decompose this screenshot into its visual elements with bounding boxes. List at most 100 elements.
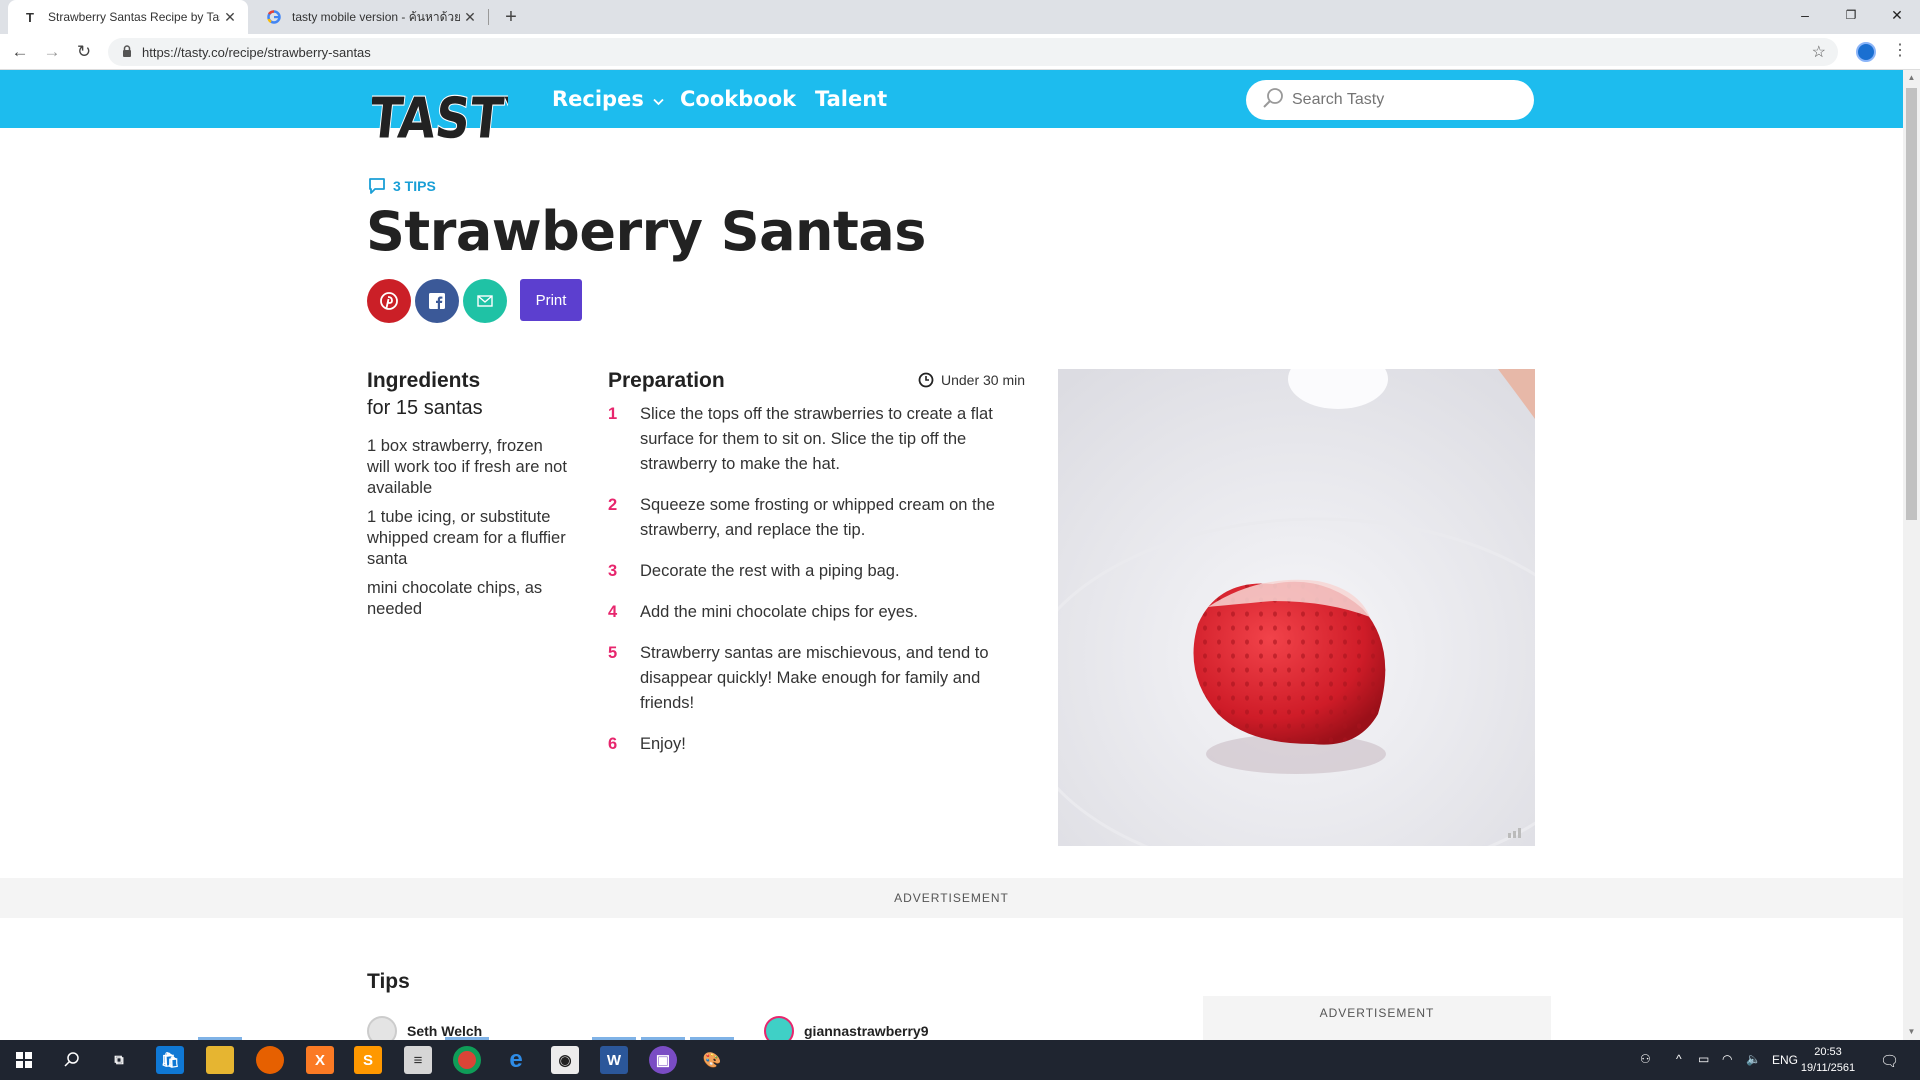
scroll-down-arrow-icon[interactable]: ▼	[1903, 1024, 1920, 1040]
page-scrollbar[interactable]: ▲ ▼	[1903, 70, 1920, 1040]
word-icon[interactable]: W	[600, 1046, 628, 1074]
step-item: 4 Add the mini chocolate chips for eyes.	[608, 600, 1028, 625]
tab-google-search[interactable]: tasty mobile version - ค้นหาด้วย G ✕	[252, 0, 488, 34]
preparation-steps: 1 Slice the tops off the strawberries to …	[608, 402, 1028, 773]
step-item: 3 Decorate the rest with a piping bag.	[608, 559, 1028, 584]
back-button[interactable]: ←	[8, 40, 32, 64]
nav-cookbook[interactable]: Cookbook	[680, 87, 796, 111]
taskbar-clock[interactable]: 20:53 19/11/2561	[1798, 1044, 1858, 1076]
tasty-favicon-icon: T	[26, 9, 34, 25]
pinterest-icon	[380, 292, 398, 310]
email-share-button[interactable]	[463, 279, 507, 323]
speech-bubble-icon	[369, 178, 385, 194]
tasty-logo[interactable]: TASTY	[372, 79, 508, 149]
bookmark-star-icon[interactable]: ☆	[1812, 42, 1826, 62]
print-button[interactable]: Print	[520, 279, 582, 321]
site-header: TASTY Recipes Cookbook Talent	[0, 70, 1903, 149]
search-box[interactable]	[1246, 80, 1534, 120]
sidebar-advertisement: ADVERTISEMENT	[1203, 996, 1551, 1040]
people-icon[interactable]: ⚇	[1640, 1052, 1651, 1066]
advertisement-banner: ADVERTISEMENT	[0, 878, 1903, 918]
step-number: 4	[608, 603, 618, 621]
restore-button[interactable]: ❐	[1828, 0, 1874, 30]
tab-strawberry-santas[interactable]: T Strawberry Santas Recipe by Tast ✕	[8, 0, 248, 34]
active-indicator	[690, 1037, 734, 1040]
reload-button[interactable]: ↻	[72, 40, 96, 64]
camera-icon[interactable]: ◉	[551, 1046, 579, 1074]
tab-title: tasty mobile version - ค้นหาด้วย G	[292, 9, 460, 24]
close-window-button[interactable]: ✕	[1874, 0, 1920, 30]
media-app-icon[interactable]: ▣	[649, 1046, 677, 1074]
search-icon[interactable]	[58, 1046, 86, 1074]
url-text: https://tasty.co/recipe/strawberry-santa…	[142, 44, 371, 60]
active-indicator	[198, 1037, 242, 1040]
forward-button[interactable]: →	[40, 40, 64, 64]
windows-taskbar: ⧉ 🛍 X S ≡ e ◉ W ▣ 🎨	[0, 1040, 1920, 1080]
edge-icon[interactable]: e	[502, 1046, 530, 1074]
tips-count-label: 3 TIPS	[393, 178, 436, 194]
step-item: 2 Squeeze some frosting or whipped cream …	[608, 493, 1028, 543]
nav-talent[interactable]: Talent	[815, 87, 887, 111]
volume-icon[interactable]: 🔈	[1746, 1052, 1761, 1066]
notepad-icon[interactable]: ≡	[404, 1046, 432, 1074]
browser-menu-icon[interactable]: ⋮	[1892, 40, 1908, 60]
xampp-icon[interactable]: X	[306, 1046, 334, 1074]
step-text: Add the mini chocolate chips for eyes.	[640, 603, 918, 621]
clock-time: 20:53	[1814, 1046, 1842, 1058]
firefox-icon[interactable]	[256, 1046, 284, 1074]
battery-icon[interactable]: ▭	[1698, 1052, 1709, 1066]
ingredient-item: 1 tube icing, or substitute whipped crea…	[367, 508, 566, 568]
ingredient-item: mini chocolate chips, as needed	[367, 579, 543, 618]
active-indicator	[641, 1037, 685, 1040]
step-text: Squeeze some frosting or whipped cream o…	[640, 496, 995, 539]
step-item: 5 Strawberry santas are mischievous, and …	[608, 641, 1028, 716]
paint-icon[interactable]: 🎨	[698, 1046, 726, 1074]
active-indicator	[592, 1037, 636, 1040]
new-tab-button[interactable]: +	[498, 4, 524, 30]
nav-recipes[interactable]: Recipes	[552, 87, 664, 111]
tab-bar: T Strawberry Santas Recipe by Tast ✕ tas…	[0, 0, 1920, 34]
chevron-down-icon	[653, 95, 664, 109]
close-tab-icon[interactable]: ✕	[220, 9, 240, 26]
step-item: 1 Slice the tops off the strawberries to …	[608, 402, 1028, 477]
scroll-up-arrow-icon[interactable]: ▲	[1903, 70, 1920, 86]
tips-count-link[interactable]: 3 TIPS	[367, 176, 436, 196]
task-view-icon[interactable]: ⧉	[105, 1046, 133, 1074]
pinterest-share-button[interactable]	[367, 279, 411, 323]
store-icon[interactable]: 🛍	[156, 1046, 184, 1074]
step-number: 6	[608, 735, 618, 753]
search-input[interactable]	[1292, 91, 1492, 109]
facebook-icon	[429, 293, 445, 309]
ingredient-item: 1 box strawberry, frozen will work too i…	[367, 437, 567, 497]
minimize-button[interactable]: –	[1782, 0, 1828, 30]
address-bar[interactable]: https://tasty.co/recipe/strawberry-santa…	[108, 38, 1838, 66]
scrollbar-thumb[interactable]	[1906, 88, 1917, 520]
tip-author-name: giannastrawberry9	[804, 1023, 929, 1039]
language-indicator[interactable]: ENG	[1772, 1053, 1798, 1067]
avatar	[367, 1016, 397, 1040]
nav-recipes-label: Recipes	[552, 87, 644, 111]
ingredients-heading: Ingredients	[367, 369, 481, 392]
page-viewport: TASTY Recipes Cookbook Talent 3 TIPS Str…	[0, 70, 1903, 1040]
show-hidden-icons-icon[interactable]: ^	[1676, 1052, 1682, 1066]
windows-start-icon[interactable]	[10, 1046, 38, 1074]
wifi-icon[interactable]: ◠	[1722, 1052, 1732, 1066]
sublime-text-icon[interactable]: S	[354, 1046, 382, 1074]
step-number: 5	[608, 644, 618, 662]
recipe-video[interactable]	[1058, 369, 1535, 846]
step-item: 6 Enjoy!	[608, 732, 1028, 757]
close-tab-icon[interactable]: ✕	[460, 9, 480, 26]
tab-title: Strawberry Santas Recipe by Tast	[48, 10, 220, 24]
chrome-icon[interactable]	[453, 1046, 481, 1074]
step-number: 2	[608, 496, 618, 514]
profile-avatar[interactable]	[1856, 42, 1876, 62]
tip-author[interactable]: giannastrawberry9	[764, 1016, 929, 1040]
strawberry-photo	[1058, 369, 1535, 846]
file-explorer-icon[interactable]	[206, 1046, 234, 1074]
active-indicator	[445, 1037, 489, 1040]
notifications-icon[interactable]: 🗨	[1880, 1052, 1899, 1070]
google-favicon-icon	[266, 9, 282, 25]
browser-toolbar: ← → ↻ https://tasty.co/recipe/strawberry…	[0, 34, 1920, 70]
facebook-share-button[interactable]	[415, 279, 459, 323]
svg-text:TASTY: TASTY	[372, 86, 508, 149]
